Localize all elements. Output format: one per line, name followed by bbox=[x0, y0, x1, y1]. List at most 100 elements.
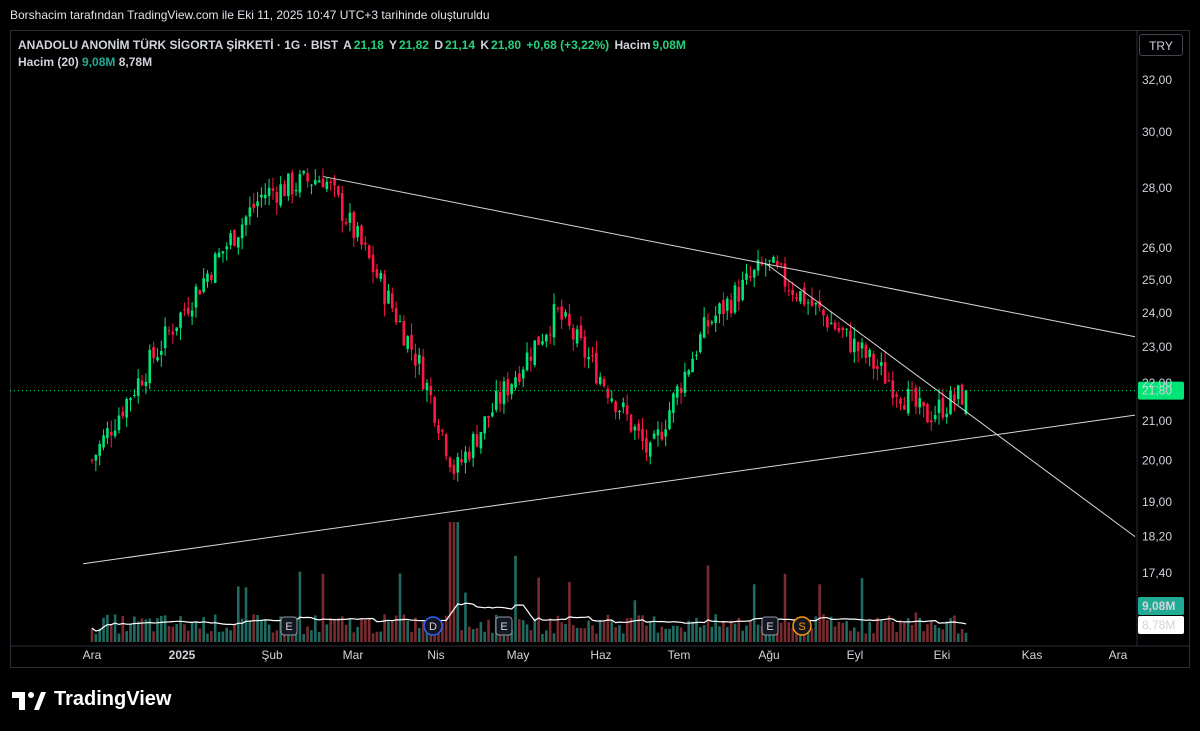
event-marker-label: E bbox=[500, 621, 507, 633]
candle-body bbox=[306, 173, 309, 182]
high-label: Y bbox=[388, 38, 397, 52]
price-tick-3: 26,00 bbox=[1142, 241, 1172, 255]
volume-bar bbox=[221, 631, 225, 642]
currency-button[interactable]: TRY bbox=[1139, 34, 1183, 56]
candle-body bbox=[602, 379, 606, 387]
volume-bar bbox=[479, 621, 483, 642]
volume-bar bbox=[448, 522, 452, 642]
volume-badge-2-label: 8,78M bbox=[1142, 618, 1175, 632]
candle-body bbox=[853, 338, 856, 353]
low-label: D bbox=[434, 38, 443, 52]
symbol-legend: ANADOLU ANONİM TÜRK SİGORTA ŞİRKETİ · 1G… bbox=[18, 38, 688, 52]
candle-body bbox=[910, 389, 914, 391]
candle-body bbox=[340, 193, 344, 221]
candle-body bbox=[541, 341, 544, 345]
volume-bar bbox=[263, 620, 267, 642]
candle-body bbox=[437, 425, 440, 434]
volume-bar bbox=[930, 621, 933, 642]
candle-body bbox=[645, 438, 648, 453]
time-tick-9: Eyl bbox=[847, 648, 864, 662]
candle-body bbox=[294, 189, 298, 192]
price-tick-6: 23,00 bbox=[1142, 340, 1172, 354]
candle-body bbox=[514, 377, 517, 388]
volume-bar bbox=[660, 626, 664, 642]
candle-body bbox=[121, 411, 125, 417]
candle-body bbox=[113, 430, 117, 437]
volume-bar bbox=[595, 633, 598, 642]
candle-body bbox=[922, 401, 925, 407]
volume-bar bbox=[637, 615, 640, 642]
candle-body bbox=[879, 362, 883, 366]
volume-legend: Hacim (20) 9,08M 8,78M bbox=[18, 55, 152, 69]
candle-body bbox=[668, 410, 671, 430]
volume-bar bbox=[367, 618, 371, 642]
volume-bar bbox=[868, 621, 871, 642]
volume-bar bbox=[398, 573, 402, 642]
volume-bar bbox=[829, 616, 833, 642]
event-marker-e[interactable]: E bbox=[280, 616, 298, 636]
candle-body bbox=[768, 260, 771, 262]
candle-body bbox=[494, 390, 498, 410]
volume-value: 9,08M bbox=[652, 38, 686, 52]
volume-bar bbox=[541, 633, 544, 642]
volume-bar bbox=[718, 626, 721, 642]
volume-bar bbox=[113, 614, 117, 642]
time-tick-12: Ara bbox=[1109, 648, 1128, 662]
volume-bar bbox=[310, 630, 313, 642]
volume-bar bbox=[610, 620, 614, 642]
candle-body bbox=[221, 251, 225, 254]
candle-body bbox=[868, 349, 871, 358]
candle-body bbox=[860, 342, 864, 349]
event-marker-s[interactable]: S bbox=[792, 616, 812, 636]
candle-body bbox=[822, 309, 825, 316]
price-chart[interactable]: 21,809,08M8,78M EDEES 32,0030,0028,0026,… bbox=[10, 30, 1190, 668]
volume-bar bbox=[598, 620, 602, 642]
candle-body bbox=[148, 349, 152, 384]
volume-bar bbox=[167, 625, 171, 642]
candle-body bbox=[206, 273, 209, 282]
volume-bar bbox=[583, 628, 587, 642]
candle-body bbox=[595, 352, 598, 384]
candle-body bbox=[225, 246, 229, 250]
candle-body bbox=[410, 334, 413, 350]
event-marker-label: D bbox=[429, 621, 437, 633]
event-marker-d[interactable]: D bbox=[423, 616, 443, 636]
volume-bar bbox=[537, 577, 540, 642]
candle-body bbox=[510, 384, 513, 395]
candle-body bbox=[302, 171, 306, 174]
volume-bar bbox=[125, 631, 128, 642]
candle-body bbox=[560, 306, 563, 320]
volume-bar bbox=[779, 622, 783, 642]
candle-body bbox=[799, 291, 802, 302]
candle-body bbox=[741, 279, 744, 300]
candle-body bbox=[421, 356, 425, 390]
event-marker-e[interactable]: E bbox=[495, 616, 513, 636]
time-tick-7: Tem bbox=[668, 648, 691, 662]
volume-bar bbox=[360, 619, 363, 642]
volume-bar bbox=[683, 631, 687, 642]
volume-bar bbox=[175, 623, 178, 642]
volume-bar bbox=[933, 625, 937, 642]
event-marker-e[interactable]: E bbox=[761, 616, 779, 636]
time-tick-3: Mar bbox=[343, 648, 364, 662]
candle-body bbox=[899, 398, 902, 404]
price-tick-4: 25,00 bbox=[1142, 273, 1172, 287]
price-tick-12: 17,40 bbox=[1142, 566, 1172, 580]
candle-body bbox=[402, 320, 406, 346]
candle-body bbox=[571, 327, 575, 340]
candle-body bbox=[579, 325, 583, 339]
candle-body bbox=[533, 340, 537, 365]
volume-bar bbox=[710, 626, 714, 642]
volume-bar bbox=[344, 624, 348, 642]
candle-body bbox=[552, 304, 556, 338]
candle-body bbox=[271, 188, 275, 191]
candle-body bbox=[591, 355, 594, 357]
candle-body bbox=[244, 216, 248, 226]
volume-bar bbox=[171, 626, 175, 642]
candle-body bbox=[729, 299, 733, 314]
candle-body bbox=[772, 256, 775, 263]
candle-body bbox=[679, 387, 683, 393]
candle-body bbox=[829, 322, 833, 325]
volume-bar bbox=[136, 621, 140, 642]
volume-bar bbox=[864, 633, 868, 642]
